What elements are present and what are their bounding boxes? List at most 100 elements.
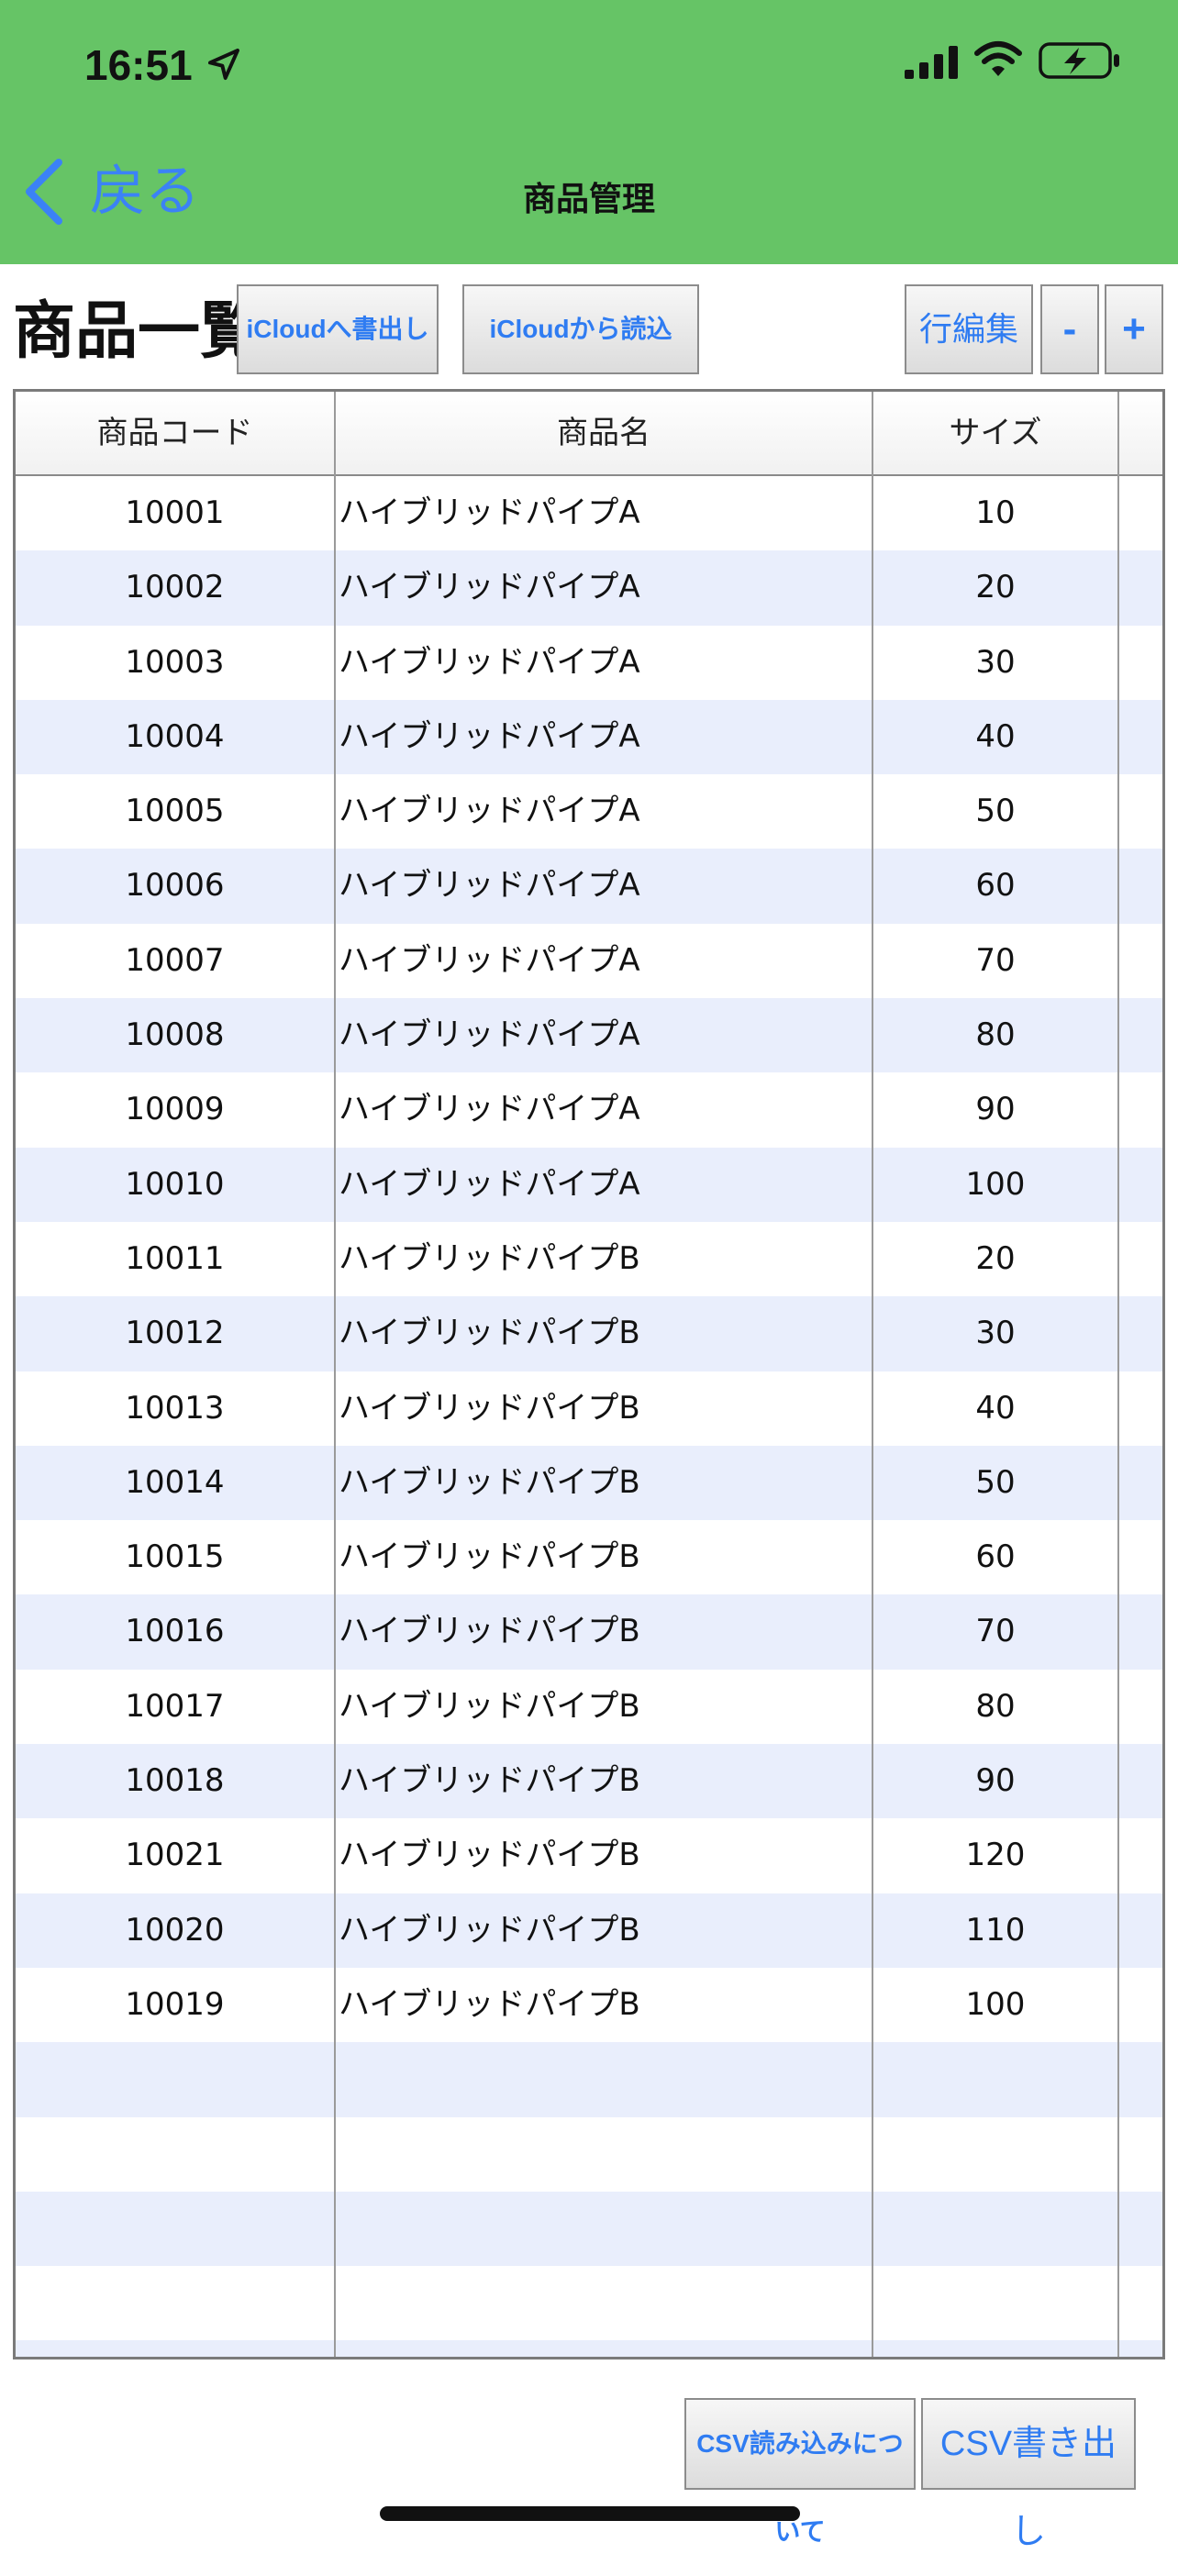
column-divider <box>872 392 873 2357</box>
cell-name <box>339 2266 871 2340</box>
table-row[interactable]: 10008 ハイブリッドパイプA 80 <box>16 998 1162 1073</box>
cell-name: ハイブリッドパイプA <box>339 494 640 531</box>
cell-size: 60 <box>975 867 1016 905</box>
cell-code: 10016 <box>125 1613 225 1650</box>
cell-code: 10008 <box>125 1016 225 1054</box>
cell-size: 90 <box>975 1091 1016 1128</box>
table-row[interactable]: 10007 ハイブリッドパイプA 70 <box>16 924 1162 998</box>
cell-code: 10015 <box>125 1538 225 1576</box>
cell-code <box>16 2042 334 2116</box>
table-row[interactable]: 10017 ハイブリッドパイプB 80 <box>16 1670 1162 1744</box>
cell-name: ハイブリッドパイプB <box>339 1538 640 1576</box>
table-row[interactable]: 10019 ハイブリッドパイプB 100 <box>16 1968 1162 2042</box>
cell-name: ハイブリッドパイプA <box>339 1165 640 1203</box>
cell-size: 100 <box>965 1165 1026 1203</box>
table-header: 商品コード 商品名 サイズ <box>16 392 1162 476</box>
table-row[interactable] <box>16 2191 1162 2267</box>
cell-code: 10003 <box>125 643 225 681</box>
cell-size <box>873 2192 1117 2266</box>
column-header-size[interactable]: サイズ <box>873 392 1117 474</box>
cell-size: 30 <box>975 643 1016 681</box>
table-row[interactable]: 10020 ハイブリッドパイプB 110 <box>16 1893 1162 1968</box>
cell-size: 50 <box>975 793 1016 830</box>
table-row[interactable]: 10006 ハイブリッドパイプA 60 <box>16 849 1162 924</box>
table-row[interactable]: 10005 ハイブリッドパイプA 50 <box>16 774 1162 849</box>
table-row[interactable]: 10013 ハイブリッドパイプB 40 <box>16 1371 1162 1446</box>
cell-code <box>16 2266 334 2340</box>
remove-row-button[interactable]: - <box>1040 284 1099 374</box>
table-row[interactable] <box>16 2117 1162 2192</box>
cell-size: 60 <box>975 1538 1016 1576</box>
cell-code: 10021 <box>125 1837 225 1874</box>
column-header-name[interactable]: 商品名 <box>336 392 872 474</box>
cell-name <box>339 2192 871 2266</box>
cell-size: 50 <box>975 1463 1016 1501</box>
cell-code: 10005 <box>125 793 225 830</box>
home-indicator[interactable] <box>380 2506 800 2521</box>
cell-name: ハイブリッドパイプB <box>339 1985 640 2023</box>
cell-code: 10018 <box>125 1762 225 1800</box>
cell-size: 100 <box>965 1985 1026 2023</box>
table-row[interactable] <box>16 2266 1162 2340</box>
table-row[interactable]: 10001 ハイブリッドパイプA 10 <box>16 476 1162 550</box>
cell-code: 10006 <box>125 867 225 905</box>
cell-code: 10007 <box>125 941 225 979</box>
icloud-export-button[interactable]: iCloudへ書出し <box>237 284 439 374</box>
table-row[interactable]: 10016 ハイブリッドパイプB 70 <box>16 1594 1162 1670</box>
table-row[interactable]: 10018 ハイブリッドパイプB 90 <box>16 1744 1162 1819</box>
cell-name: ハイブリッドパイプB <box>339 1315 640 1352</box>
cell-code: 10009 <box>125 1091 225 1128</box>
page-title-nav: 商品管理 <box>522 181 655 218</box>
table-row[interactable]: 10010 ハイブリッドパイプA 100 <box>16 1147 1162 1222</box>
csv-export-button[interactable]: CSV書き出し <box>921 2398 1136 2551</box>
cell-size <box>873 2042 1117 2116</box>
cell-size <box>873 2340 1117 2357</box>
cell-name: ハイブリッドパイプA <box>339 717 640 755</box>
cell-name: ハイブリッドパイプB <box>339 1613 640 1650</box>
column-divider <box>334 392 336 2357</box>
cell-name: ハイブリッドパイプB <box>339 1762 640 1800</box>
cell-size: 10 <box>975 494 1016 531</box>
cell-size: 90 <box>975 1762 1016 1800</box>
product-table: 商品コード 商品名 サイズ 10001 ハイブリッドパイプA 10 10002 ハイブリ… <box>13 389 1165 2359</box>
cell-size: 30 <box>975 1315 1016 1352</box>
table-row[interactable]: 10011 ハイブリッドパイプB 20 <box>16 1222 1162 1296</box>
table-row[interactable]: 10012 ハイブリッドパイプB 30 <box>16 1296 1162 1371</box>
table-row[interactable]: 10014 ハイブリッドパイプB 50 <box>16 1445 1162 1521</box>
table-row[interactable]: 10002 ハイブリッドパイプA 20 <box>16 550 1162 626</box>
table-row[interactable]: 10003 ハイブリッドパイプA 30 <box>16 626 1162 700</box>
cell-code: 10020 <box>125 1911 225 1949</box>
column-divider <box>1117 392 1119 2357</box>
icloud-import-button[interactable]: iCloudから読込 <box>462 284 699 374</box>
wifi-icon <box>974 41 1022 76</box>
table-row[interactable]: 10004 ハイブリッドパイプA 40 <box>16 699 1162 775</box>
cell-name: ハイブリッドパイプA <box>339 569 640 606</box>
cell-name: ハイブリッドパイプB <box>339 1389 640 1427</box>
navigation-bar: 16:51 戻る 商品管理 <box>0 0 1178 264</box>
cell-name: ハイブリッドパイプA <box>339 1016 640 1054</box>
cell-code <box>16 2192 334 2266</box>
cell-name: ハイブリッドパイプB <box>339 1837 640 1874</box>
table-row[interactable] <box>16 2042 1162 2117</box>
cell-size: 40 <box>975 717 1016 755</box>
table-row[interactable]: 10021 ハイブリッドパイプB 120 <box>16 1818 1162 1893</box>
cell-name: ハイブリッドパイプA <box>339 643 640 681</box>
cellular-signal-icon <box>905 46 958 79</box>
cell-code: 10017 <box>125 1687 225 1725</box>
row-edit-button[interactable]: 行編集 <box>905 284 1033 374</box>
csv-import-help-button[interactable]: CSV読み込みについて <box>684 2398 916 2546</box>
table-row[interactable]: 10015 ハイブリッドパイプB 60 <box>16 1520 1162 1594</box>
cell-name: ハイブリッドパイプA <box>339 941 640 979</box>
cell-name <box>339 2340 871 2357</box>
column-header-code[interactable]: 商品コード <box>16 392 334 474</box>
cell-name <box>339 2042 871 2116</box>
cell-code <box>16 2340 334 2357</box>
add-row-button[interactable]: + <box>1105 284 1163 374</box>
cell-name: ハイブリッドパイプB <box>339 1239 640 1277</box>
table-body: 10001 ハイブリッドパイプA 10 10002 ハイブリッドパイプA 20 10003 ハ… <box>16 476 1162 2357</box>
table-row[interactable]: 10009 ハイブリッドパイプA 90 <box>16 1072 1162 1147</box>
cell-code: 10002 <box>125 569 225 606</box>
cell-code: 10014 <box>125 1463 225 1501</box>
cell-size: 110 <box>965 1911 1026 1949</box>
table-row[interactable] <box>16 2340 1162 2357</box>
